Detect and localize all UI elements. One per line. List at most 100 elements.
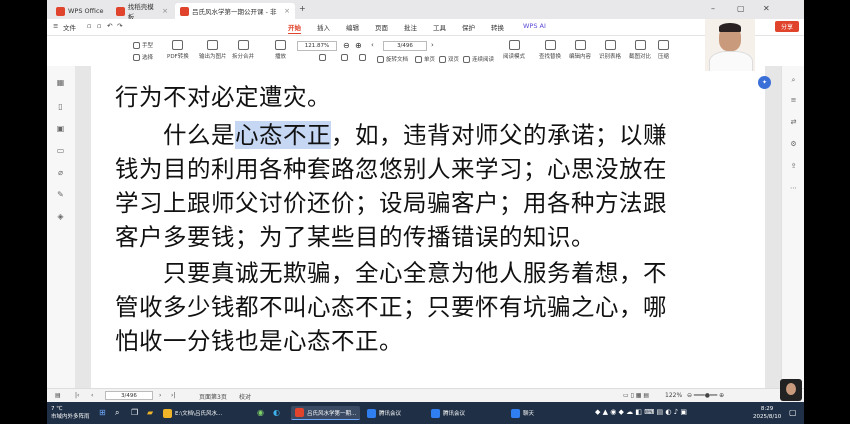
menu-home[interactable]: 开始 (288, 22, 301, 34)
menu-page[interactable]: 页面 (375, 22, 388, 32)
split-icon (237, 40, 249, 50)
menu-edit[interactable]: 编辑 (346, 22, 359, 32)
menu-insert[interactable]: 插入 (317, 22, 330, 32)
tab-document[interactable]: 吕氏风水学第一期公开课 - 非 × (175, 3, 295, 19)
continuous-read-button[interactable]: 连续阅读 (463, 55, 494, 63)
menu-wps-ai[interactable]: WPS AI (523, 22, 546, 30)
next-page-icon[interactable]: › (431, 41, 434, 49)
fit-width-button[interactable] (319, 54, 326, 61)
menu-file[interactable]: 文件 (63, 22, 76, 32)
prev-page-icon[interactable]: ‹ (371, 41, 374, 49)
quick-save-icon[interactable]: ▫ (87, 22, 91, 30)
share-button[interactable]: 分享 (775, 21, 799, 32)
edge-icon[interactable]: ◐ (273, 408, 280, 417)
find-replace-button[interactable]: 查找替换 (539, 40, 561, 60)
selected-text[interactable]: 心态不正 (235, 121, 331, 149)
first-page-icon[interactable]: |‹ (75, 392, 79, 399)
wechat-icon[interactable]: ◉ (257, 408, 264, 417)
last-page-icon[interactable]: ›| (171, 392, 175, 399)
zoom-in-icon[interactable]: ⊕ (355, 41, 362, 50)
menu-comment[interactable]: 批注 (404, 22, 417, 32)
zoom-level[interactable]: 122% (665, 392, 682, 399)
read-mode-button[interactable]: 阅读模式 (503, 40, 525, 60)
taskbar-item-meeting-2[interactable]: 腾讯会议 (427, 406, 469, 420)
view-mode-icon[interactable]: ▭ ▯ ▦ ▤ (623, 392, 649, 399)
share-panel-icon[interactable]: ⇪ (789, 162, 798, 171)
more-icon[interactable]: ⋯ (789, 184, 798, 193)
status-page-input[interactable]: 3/496 (105, 391, 153, 400)
taskbar-item-chat[interactable]: 聊天 (507, 406, 538, 420)
close-icon[interactable]: × (162, 7, 168, 15)
minimize-icon[interactable]: – (711, 4, 715, 13)
tools-icon[interactable]: ⚙ (789, 140, 798, 149)
close-window-icon[interactable]: ✕ (763, 4, 770, 13)
hand-tool-button[interactable]: 手型 (133, 41, 153, 49)
layers-icon[interactable]: ◈ (56, 212, 65, 221)
recognize-table-button[interactable]: 识别表格 (599, 40, 621, 60)
rotate-button[interactable]: 旋转文档 (377, 55, 408, 63)
quick-print-icon[interactable]: ▫ (97, 22, 101, 30)
signature-icon[interactable]: ✎ (56, 190, 65, 199)
page-input[interactable]: 3/496 (383, 41, 427, 51)
maximize-icon[interactable]: ▢ (737, 4, 745, 13)
screenshot-compare-button[interactable]: 截图对比 (629, 40, 651, 60)
thumbnail-icon[interactable]: ▦ (56, 78, 65, 87)
windows-start-icon[interactable]: ⊞ (99, 408, 106, 417)
double-page-button[interactable]: 双页 (439, 55, 459, 63)
select-tool-button[interactable]: 选择 (133, 53, 153, 61)
zoom-slider[interactable]: ⊖ ━━━●━━ ⊕ (687, 392, 724, 399)
sidebar-toggle-icon[interactable]: ▤ (55, 392, 61, 399)
comment-icon[interactable]: ▭ (56, 146, 65, 155)
prev-page-status-icon[interactable]: ‹ (91, 392, 93, 399)
compress-button[interactable]: 压缩 (658, 40, 669, 60)
system-clock[interactable]: 8:29 2025/8/10 (753, 405, 781, 421)
translate-icon[interactable]: ⇄ (789, 118, 798, 127)
play-button[interactable]: 播放 (275, 40, 286, 60)
taskbar-item-meeting-1[interactable]: 腾讯会议 (363, 406, 405, 420)
fit-page-button[interactable] (341, 54, 348, 61)
taskbar-item-wps[interactable]: 吕氏风水学第一期... (291, 406, 361, 420)
menu-convert[interactable]: 转换 (491, 22, 504, 32)
wps-window: WPS Office 找稻壳模板 × 吕氏风水学第一期公开课 - 非 × + –… (47, 0, 804, 424)
weather-desc: 市域内外多阵雨 (51, 414, 90, 420)
next-page-status-icon[interactable]: › (159, 392, 161, 399)
task-view-icon[interactable]: ❐ (131, 408, 138, 417)
split-merge-button[interactable]: 拆分合并 (232, 40, 254, 60)
left-sidebar: ▦ ▯ ▣ ▭ ⌀ ✎ ◈ (47, 66, 76, 388)
zoom-out-icon[interactable]: ⊖ (343, 41, 350, 50)
zoom-input[interactable]: 121.87% (297, 41, 337, 51)
actual-size-button[interactable] (359, 54, 366, 61)
tab-template[interactable]: 找稻壳模板 × (111, 3, 173, 21)
edit-content-button[interactable]: 编辑内容 (569, 40, 591, 60)
menu-tools[interactable]: 工具 (433, 22, 446, 32)
export-image-button[interactable]: 输出为图片 (199, 40, 227, 60)
taskbar-item-explorer[interactable]: E:\文档\吕氏风水... (159, 406, 226, 420)
document-viewport[interactable]: 行为不对必定遭灾。 什么是心态不正，如，违背对师父的承诺；以赚 钱为目的利用各种… (75, 66, 801, 388)
search-taskbar-icon[interactable]: ⌕ (115, 408, 119, 418)
hand-label: 手型 (142, 43, 154, 49)
quick-redo-icon[interactable]: ↷ (117, 22, 122, 30)
quick-undo-icon[interactable]: ↶ (107, 22, 112, 30)
pdf-convert-button[interactable]: PDF转换 (167, 40, 189, 60)
tray-icons[interactable]: ◆ ▲ ◉ ◆ ☁ ◧ ⌨ ▤ ◐ ♪ ▣ (595, 408, 687, 416)
text-line: 学习上跟师父讨价还价；设局骗客户；用各种方法跟 (115, 184, 667, 218)
notification-icon[interactable]: ▢ (789, 408, 797, 417)
menu-protect[interactable]: 保护 (462, 22, 475, 32)
screenshot-icon (634, 40, 646, 50)
tab-wps-home[interactable]: WPS Office (51, 3, 109, 19)
weather-widget[interactable]: 7 ℃ 市域内外多阵雨 (51, 405, 90, 421)
menu-icon[interactable]: ≡ (53, 22, 58, 30)
bookmark-icon[interactable]: ▯ (56, 102, 65, 111)
right-sidebar: ⌕ ≡ ⇄ ⚙ ⇪ ⋯ (781, 66, 804, 388)
search-icon[interactable]: ⌕ (789, 76, 798, 85)
text-line: 客户多要钱；为了某些目的传播错误的知识。 (115, 218, 595, 252)
image-panel-icon[interactable]: ▣ (56, 124, 65, 133)
attachment-icon[interactable]: ⌀ (56, 168, 65, 177)
file-explorer-icon[interactable]: ▰ (147, 408, 153, 417)
properties-icon[interactable]: ≡ (789, 96, 798, 105)
ai-assistant-icon[interactable]: ✦ (758, 76, 771, 89)
close-icon[interactable]: × (284, 7, 290, 15)
proofread-button[interactable]: 校对 (239, 392, 251, 401)
new-tab-icon[interactable]: + (299, 4, 306, 13)
single-page-button[interactable]: 单页 (415, 55, 435, 63)
